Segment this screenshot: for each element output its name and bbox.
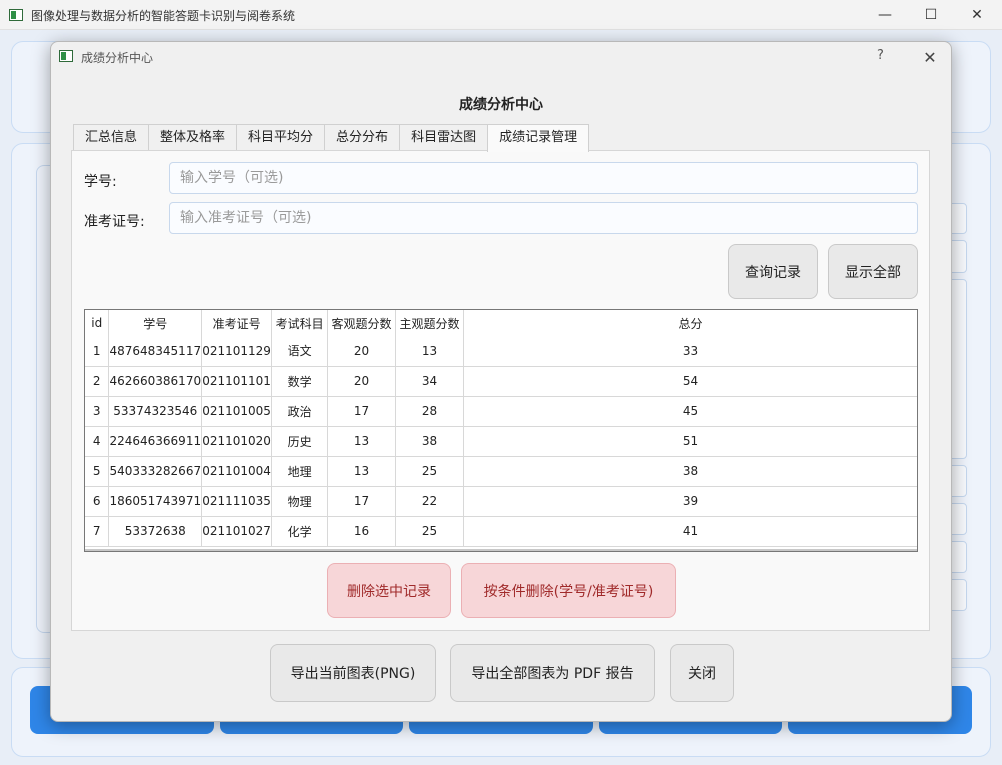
close-window-button[interactable]: ✕: [954, 0, 1000, 30]
table-row[interactable]: 4 224646366911 021101020 历史 13 38 51: [85, 426, 917, 457]
table-cell[interactable]: 16: [327, 516, 397, 547]
main-titlebar: 图像处理与数据分析的智能答题卡识别与阅卷系统 — ☐ ✕: [0, 0, 1002, 30]
table-cell[interactable]: 45: [463, 396, 917, 427]
delete-by-condition-button[interactable]: 按条件删除(学号/准考证号): [461, 563, 676, 618]
table-row[interactable]: 2 462660386170 021101101 数学 20 34 54: [85, 366, 917, 397]
table-cell[interactable]: 17: [327, 486, 397, 517]
table-cell[interactable]: 224646366911: [108, 426, 203, 457]
table-cell[interactable]: 34: [395, 366, 465, 397]
table-scroll-track: [85, 549, 917, 551]
table-cell[interactable]: 17: [327, 396, 397, 427]
table-cell[interactable]: 3: [85, 396, 110, 427]
help-icon[interactable]: ?: [877, 48, 884, 63]
exam-number-input[interactable]: [169, 202, 918, 234]
table-cell[interactable]: 021101004: [201, 456, 273, 487]
table-cell[interactable]: 语文: [271, 336, 329, 367]
table-cell[interactable]: 化学: [271, 516, 329, 547]
table-cell[interactable]: 39: [463, 486, 917, 517]
tab-subject-radar[interactable]: 科目雷达图: [399, 124, 489, 151]
column-header[interactable]: 考试科目: [271, 310, 329, 336]
table-row[interactable]: 1 487648345117 021101129 语文 20 13 33: [85, 336, 917, 367]
close-dialog-button[interactable]: 关闭: [670, 644, 734, 702]
dialog-title: 成绩分析中心: [81, 51, 154, 65]
dialog-app-icon: [59, 50, 73, 62]
table-row[interactable]: 6 186051743971 021111035 物理 17 22 39: [85, 486, 917, 517]
table-cell[interactable]: 021101101: [201, 366, 273, 397]
main-window-title: 图像处理与数据分析的智能答题卡识别与阅卷系统: [31, 9, 296, 23]
column-header[interactable]: 客观题分数: [327, 310, 397, 336]
tab-subject-average[interactable]: 科目平均分: [236, 124, 326, 151]
table-cell[interactable]: 13: [327, 456, 397, 487]
query-records-button[interactable]: 查询记录: [728, 244, 818, 299]
minimize-button[interactable]: —: [862, 0, 908, 30]
student-id-input[interactable]: [169, 162, 918, 194]
table-cell[interactable]: 2: [85, 366, 110, 397]
table-cell[interactable]: 4: [85, 426, 110, 457]
table-cell[interactable]: 021101005: [201, 396, 273, 427]
table-cell[interactable]: 33: [463, 336, 917, 367]
dialog-close-icon[interactable]: ✕: [915, 42, 945, 73]
table-cell[interactable]: 540333282667: [108, 456, 203, 487]
table-row[interactable]: 3 53374323546 021101005 政治 17 28 45: [85, 396, 917, 427]
column-header[interactable]: 准考证号: [201, 310, 273, 336]
table-cell[interactable]: 462660386170: [108, 366, 203, 397]
table-cell[interactable]: 22: [395, 486, 465, 517]
table-cell[interactable]: 186051743971: [108, 486, 203, 517]
record-management-pane: 学号: 准考证号: 查询记录 显示全部 id学号准考证号考试科目客观题分数主观题…: [71, 150, 930, 631]
tab-total-distribution[interactable]: 总分分布: [324, 124, 401, 151]
table-cell[interactable]: 021101027: [201, 516, 273, 547]
table-cell[interactable]: 021101129: [201, 336, 273, 367]
table-cell[interactable]: 38: [463, 456, 917, 487]
tab-pass-rate[interactable]: 整体及格率: [148, 124, 238, 151]
table-cell[interactable]: 7: [85, 516, 110, 547]
table-row[interactable]: 7 53372638 021101027 化学 16 25 41: [85, 516, 917, 547]
table-cell[interactable]: 历史: [271, 426, 329, 457]
table-cell[interactable]: 28: [395, 396, 465, 427]
table-cell[interactable]: 25: [395, 516, 465, 547]
table-cell[interactable]: 政治: [271, 396, 329, 427]
score-analysis-dialog: 成绩分析中心 ? ✕ 成绩分析中心 汇总信息 整体及格率 科目平均分 总分分布 …: [50, 41, 952, 722]
table-row[interactable]: 5 540333282667 021101004 地理 13 25 38: [85, 456, 917, 487]
column-header[interactable]: 主观题分数: [395, 310, 465, 336]
table-cell[interactable]: 5: [85, 456, 110, 487]
records-table[interactable]: id 学号 准考证号 考试科目 客观题分数 主观题分数 总分 1 487648345117 02…: [84, 309, 918, 552]
dialog-titlebar: 成绩分析中心 ? ✕: [51, 42, 951, 73]
column-header[interactable]: id: [85, 310, 110, 336]
column-header[interactable]: 学号: [108, 310, 203, 336]
show-all-button[interactable]: 显示全部: [828, 244, 918, 299]
export-png-button[interactable]: 导出当前图表(PNG): [270, 644, 436, 702]
maximize-button[interactable]: ☐: [908, 0, 954, 30]
table-cell[interactable]: 41: [463, 516, 917, 547]
delete-selected-button[interactable]: 删除选中记录: [327, 563, 451, 618]
table-cell[interactable]: 20: [327, 336, 397, 367]
app-icon: [9, 9, 23, 21]
tab-record-management[interactable]: 成绩记录管理: [487, 124, 590, 152]
table-cell[interactable]: 487648345117: [108, 336, 203, 367]
table-cell[interactable]: 54: [463, 366, 917, 397]
table-cell[interactable]: 51: [463, 426, 917, 457]
table-cell[interactable]: 38: [395, 426, 465, 457]
table-cell[interactable]: 13: [395, 336, 465, 367]
student-id-label: 学号:: [84, 174, 117, 190]
exam-number-label: 准考证号:: [84, 214, 145, 230]
tab-summary[interactable]: 汇总信息: [73, 124, 150, 151]
table-cell[interactable]: 53372638: [108, 516, 203, 547]
table-cell[interactable]: 地理: [271, 456, 329, 487]
table-cell[interactable]: 1: [85, 336, 110, 367]
page-title: 成绩分析中心: [459, 97, 543, 113]
table-cell[interactable]: 53374323546: [108, 396, 203, 427]
table-cell[interactable]: 021111035: [201, 486, 273, 517]
table-cell[interactable]: 021101020: [201, 426, 273, 457]
export-pdf-button[interactable]: 导出全部图表为 PDF 报告: [450, 644, 655, 702]
table-cell[interactable]: 20: [327, 366, 397, 397]
column-header[interactable]: 总分: [463, 310, 917, 336]
table-cell[interactable]: 25: [395, 456, 465, 487]
table-cell[interactable]: 13: [327, 426, 397, 457]
table-cell[interactable]: 物理: [271, 486, 329, 517]
tab-bar: 汇总信息 整体及格率 科目平均分 总分分布 科目雷达图 成绩记录管理: [73, 124, 590, 152]
table-cell[interactable]: 6: [85, 486, 110, 517]
table-cell[interactable]: 数学: [271, 366, 329, 397]
